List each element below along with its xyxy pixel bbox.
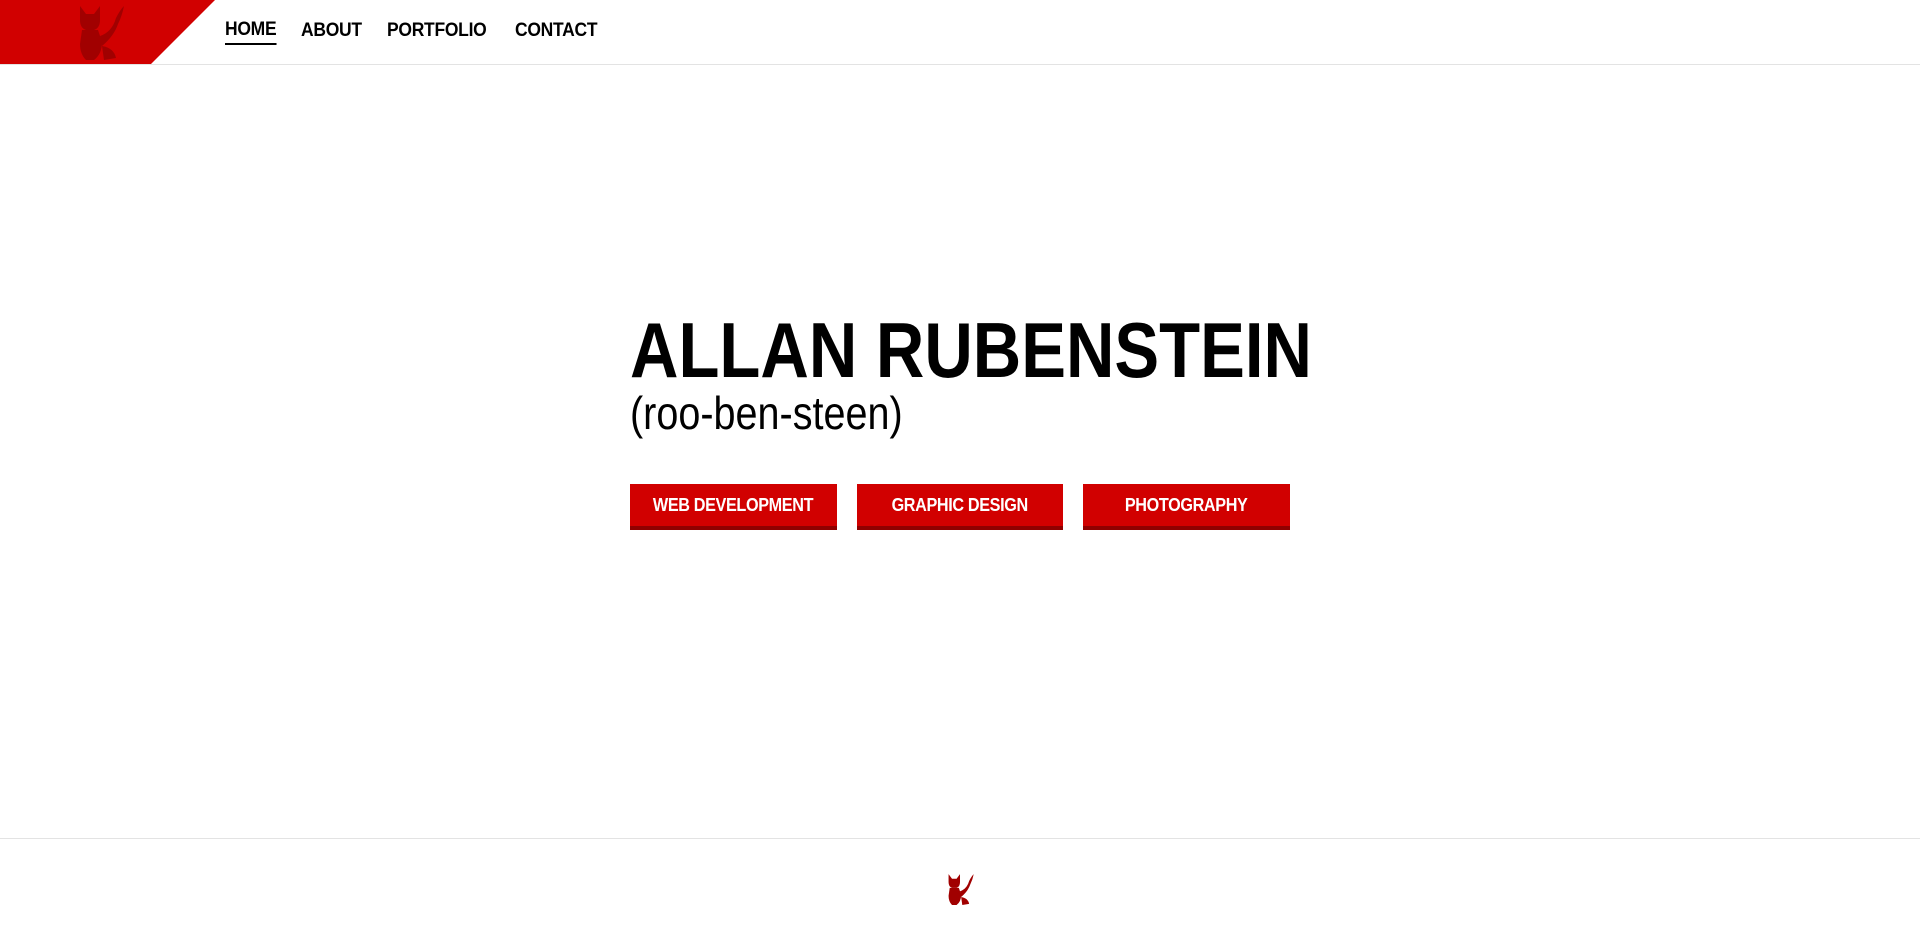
nav-portfolio-link[interactable]: PORTFOLIO [387,20,487,44]
nav-about-link[interactable]: ABOUT [301,20,362,44]
hero-pronunciation: (roo-ben-steen) [630,387,903,439]
category-buttons: WEB DEVELOPMENT GRAPHIC DESIGN PHOTOGRAP… [630,484,1290,530]
main-nav: HOME ABOUT PORTFOLIO CONTACT [225,0,604,64]
photography-label: PHOTOGRAPHY [1125,494,1248,515]
site-header: HOME ABOUT PORTFOLIO CONTACT [0,0,1920,65]
site-footer [0,838,1920,931]
logo-block[interactable] [0,0,215,64]
graphic-design-button[interactable]: GRAPHIC DESIGN [857,484,1063,530]
hero-title: ALLAN RUBENSTEIN [630,306,1312,394]
hero: ALLAN RUBENSTEIN (roo-ben-steen) [630,306,1312,439]
nav-contact-link[interactable]: CONTACT [515,20,598,44]
web-development-button[interactable]: WEB DEVELOPMENT [630,484,837,530]
cat-fox-logo-icon [948,874,974,905]
photography-button[interactable]: PHOTOGRAPHY [1083,484,1290,530]
cat-fox-logo-icon [80,6,124,60]
nav-home-link[interactable]: HOME [225,19,277,45]
web-development-label: WEB DEVELOPMENT [653,494,814,515]
graphic-design-label: GRAPHIC DESIGN [891,494,1029,515]
